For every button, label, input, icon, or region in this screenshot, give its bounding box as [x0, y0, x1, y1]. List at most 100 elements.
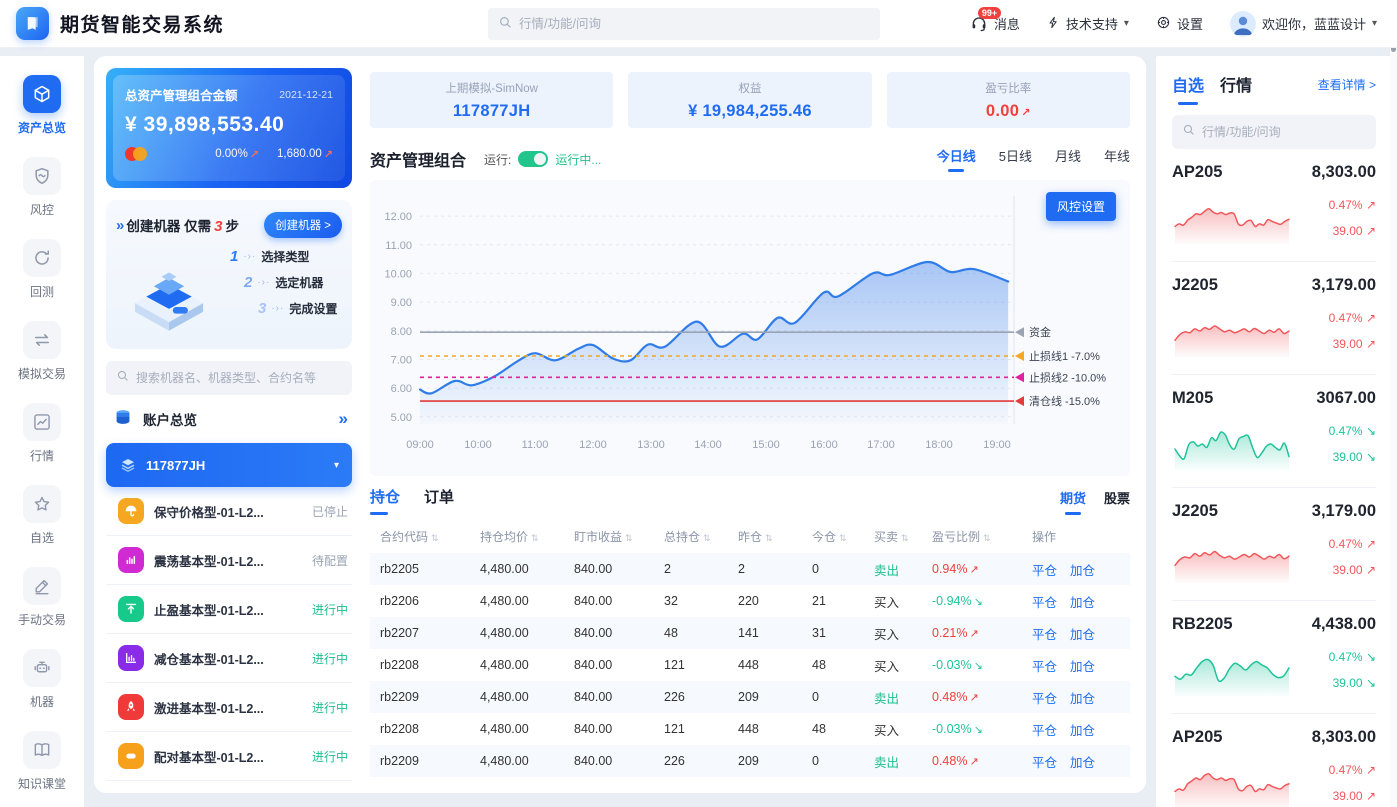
sidebar-item-backtest[interactable]: 回测	[0, 232, 84, 307]
tab-行情[interactable]: 行情	[1220, 72, 1252, 105]
tab-月线[interactable]: 月线	[1055, 146, 1081, 172]
sidebar-item-sim-trade[interactable]: 模拟交易	[0, 314, 84, 389]
quote-card[interactable]: RB22054,438.000.47% ↘39.00 ↘	[1172, 601, 1376, 714]
robot-list-item[interactable]: 配对基本型-01-L2...进行中	[106, 732, 352, 781]
tab-持仓[interactable]: 持仓	[370, 486, 400, 515]
create-robot-button[interactable]: 创建机器 >	[264, 212, 342, 238]
page-scrollbar[interactable]	[1390, 0, 1397, 807]
add-position-link[interactable]: 加仓	[1070, 720, 1095, 739]
messages-button[interactable]: 99+ 消息	[970, 14, 1020, 33]
column-header[interactable]: 总持仓⇅	[664, 528, 738, 545]
capsule-icon	[118, 743, 144, 769]
robot-list-item[interactable]: 止盈基本型-01-L2...进行中	[106, 585, 352, 634]
tab-股票[interactable]: 股票	[1104, 488, 1130, 515]
close-position-link[interactable]: 平仓	[1032, 592, 1057, 611]
run-toggle[interactable]	[518, 151, 548, 167]
robot-list-item[interactable]: 震荡基本型-01-L2...待配置	[106, 536, 352, 585]
close-position-link[interactable]: 平仓	[1032, 688, 1057, 707]
add-position-link[interactable]: 加仓	[1070, 752, 1095, 771]
sidebar-item-market[interactable]: 行情	[0, 396, 84, 471]
support-label: 技术支持	[1066, 14, 1118, 33]
add-position-link[interactable]: 加仓	[1070, 688, 1095, 707]
tab-年线[interactable]: 年线	[1104, 146, 1130, 172]
global-search[interactable]	[488, 8, 880, 40]
add-position-link[interactable]: 加仓	[1070, 592, 1095, 611]
column-header[interactable]: 买卖⇅	[874, 528, 932, 545]
sort-icon[interactable]: ⇅	[901, 533, 909, 543]
close-position-link[interactable]: 平仓	[1032, 656, 1057, 675]
settings-button[interactable]: 设置	[1156, 14, 1203, 33]
risk-settings-button[interactable]: 风控设置	[1046, 192, 1116, 221]
sort-icon[interactable]: ⇅	[703, 533, 711, 543]
quotes-search[interactable]	[1172, 115, 1376, 149]
robot-list-item[interactable]: 减仓基本型-01-L2...进行中	[106, 634, 352, 683]
run-status: 运行中...	[555, 151, 601, 168]
asset-summary-card: 总资产管理组合金额 2021-12-21 ¥ 39,898,553.40 0.0…	[106, 68, 352, 188]
svg-text:14:00: 14:00	[694, 439, 722, 451]
chevron-down-icon: ▾	[334, 460, 339, 471]
view-details-link[interactable]: 查看详情 >	[1318, 76, 1376, 102]
sort-icon[interactable]: ⇅	[839, 533, 847, 543]
tab-期货[interactable]: 期货	[1060, 488, 1086, 515]
column-header[interactable]: 盈亏比例⇅	[932, 528, 1032, 545]
quote-symbol: J2205	[1172, 502, 1218, 521]
global-search-input[interactable]	[519, 17, 870, 31]
svg-text:18:00: 18:00	[925, 439, 953, 451]
close-position-link[interactable]: 平仓	[1032, 560, 1057, 579]
cell-avg-price: 4,480.00	[480, 690, 574, 704]
account-overview-row[interactable]: 账户总览 »	[106, 395, 352, 443]
quote-card[interactable]: J22053,179.000.47% ↗39.00 ↗	[1172, 488, 1376, 601]
sort-icon[interactable]: ⇅	[765, 533, 773, 543]
sidebar-item-manual-trade[interactable]: 手动交易	[0, 560, 84, 635]
robot-search[interactable]	[106, 361, 352, 395]
cell-actions: 平仓加仓	[1032, 560, 1120, 579]
sidebar-item-robots[interactable]: 机器	[0, 642, 84, 717]
quotes-panel: 自选行情 查看详情 > AP2058,303.000.47% ↗39.00 ↗J…	[1156, 56, 1392, 807]
user-menu[interactable]: 欢迎你，蓝蓝设计 ▾	[1230, 11, 1377, 37]
asset-percent: 0.00%↗	[215, 148, 259, 161]
cell-avg-price: 4,480.00	[480, 754, 574, 768]
column-header[interactable]: 盯市收益⇅	[574, 528, 664, 545]
support-menu[interactable]: 技术支持 ▾	[1047, 14, 1129, 33]
layers-icon	[119, 456, 137, 474]
refresh-icon	[23, 239, 61, 277]
svg-text:12:00: 12:00	[579, 439, 607, 451]
cell-ratio: 0.48%↗	[932, 690, 1032, 704]
cell-avg-price: 4,480.00	[480, 658, 574, 672]
quote-card[interactable]: AP2058,303.000.47% ↗39.00 ↗	[1172, 149, 1376, 262]
quote-price: 3067.00	[1316, 389, 1376, 408]
tab-今日线[interactable]: 今日线	[937, 146, 976, 172]
column-header[interactable]: 昨仓⇅	[738, 528, 812, 545]
column-header[interactable]: 合约代码⇅	[380, 528, 480, 545]
sidebar-item-courses[interactable]: 知识课堂	[0, 724, 84, 799]
sort-icon[interactable]: ⇅	[983, 533, 991, 543]
tab-自选[interactable]: 自选	[1172, 72, 1204, 105]
quote-card[interactable]: M2053067.000.47% ↘39.00 ↘	[1172, 375, 1376, 488]
stat-card: 盈亏比率0.00↗	[887, 72, 1130, 128]
sort-icon[interactable]: ⇅	[625, 533, 633, 543]
tab-订单[interactable]: 订单	[424, 486, 454, 515]
quotes-search-input[interactable]	[1202, 125, 1366, 139]
cell-ratio: -0.94%↘	[932, 594, 1032, 608]
column-header[interactable]: 持仓均价⇅	[480, 528, 574, 545]
tab-5日线[interactable]: 5日线	[999, 146, 1032, 172]
add-position-link[interactable]: 加仓	[1070, 560, 1095, 579]
sidebar-item-watchlist[interactable]: 自选	[0, 478, 84, 553]
close-position-link[interactable]: 平仓	[1032, 752, 1057, 771]
robot-list-item[interactable]: 激进基本型-01-L2...进行中	[106, 683, 352, 732]
quote-card[interactable]: AP2058,303.000.47% ↗39.00 ↗	[1172, 714, 1376, 807]
sort-icon[interactable]: ⇅	[531, 533, 539, 543]
sidebar-item-risk[interactable]: 风控	[0, 150, 84, 225]
active-account-selector[interactable]: 117877JH ▾	[106, 443, 352, 487]
add-position-link[interactable]: 加仓	[1070, 656, 1095, 675]
column-header[interactable]: 今仓⇅	[812, 528, 874, 545]
cell-today: 0	[812, 562, 874, 576]
sort-icon[interactable]: ⇅	[431, 533, 439, 543]
robot-list-item[interactable]: 保守价格型-01-L2...已停止	[106, 487, 352, 536]
close-position-link[interactable]: 平仓	[1032, 624, 1057, 643]
sidebar-item-assets[interactable]: 资产总览	[0, 68, 84, 143]
robot-search-input[interactable]	[136, 371, 342, 385]
add-position-link[interactable]: 加仓	[1070, 624, 1095, 643]
quote-card[interactable]: J22053,179.000.47% ↗39.00 ↗	[1172, 262, 1376, 375]
close-position-link[interactable]: 平仓	[1032, 720, 1057, 739]
